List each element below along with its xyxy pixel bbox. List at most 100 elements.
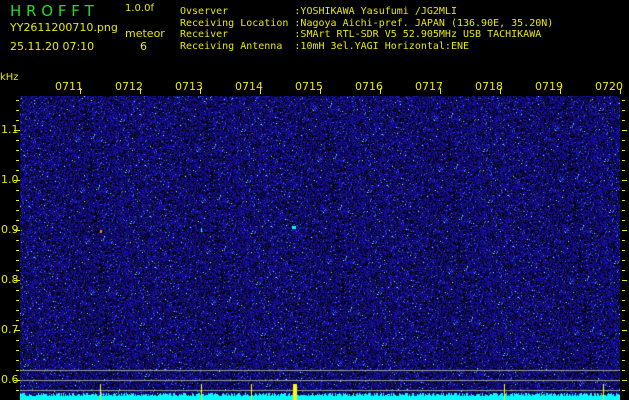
time-tick <box>80 88 81 94</box>
info-value: :Nagoya Aichi-pref. JAPAN (136.90E, 35.2… <box>294 17 554 29</box>
freq-tick <box>622 340 625 341</box>
freq-tick <box>14 330 20 331</box>
y-unit-label: kHz <box>0 72 19 83</box>
freq-tick <box>16 370 19 371</box>
freq-tick <box>16 190 19 191</box>
freq-tick <box>622 360 625 361</box>
freq-tick <box>622 370 625 371</box>
freq-tick <box>622 330 627 331</box>
freq-tick <box>622 140 625 141</box>
freq-tick <box>16 100 19 101</box>
info-value: :10mH 3el.YAGI Horizontal:ENE <box>294 40 470 52</box>
time-label: 0719 <box>535 80 563 93</box>
time-label: 0717 <box>415 80 443 93</box>
freq-tick <box>16 200 19 201</box>
freq-tick <box>16 290 19 291</box>
freq-tick <box>622 290 625 291</box>
freq-tick <box>622 260 625 261</box>
freq-tick <box>622 120 625 121</box>
freq-tick <box>622 390 625 391</box>
info-label: Ovserver <box>180 6 289 17</box>
info-row-antenna: Receiving Antenna :10mH 3el.YAGI Horizon… <box>180 41 469 53</box>
datetime-label: 25.11.20 07:10 <box>10 40 95 53</box>
time-label: 0713 <box>175 80 203 93</box>
meteor-count: 6 <box>140 40 147 53</box>
freq-tick <box>622 300 625 301</box>
freq-tick <box>622 320 625 321</box>
freq-tick <box>16 120 19 121</box>
meteor-label: meteor <box>125 27 165 40</box>
time-label: 0720 <box>595 80 623 93</box>
freq-tick <box>16 140 19 141</box>
freq-tick <box>16 360 19 361</box>
version-label: 1.0.0f <box>125 3 154 14</box>
freq-tick <box>14 280 20 281</box>
freq-tick <box>16 250 19 251</box>
freq-tick <box>622 280 627 281</box>
freq-tick <box>16 170 19 171</box>
time-tick <box>140 88 141 94</box>
time-tick <box>200 88 201 94</box>
freq-tick <box>14 130 20 131</box>
freq-tick <box>16 220 19 221</box>
time-tick <box>620 88 621 94</box>
freq-tick <box>16 160 19 161</box>
freq-tick <box>16 390 19 391</box>
spectrogram <box>20 96 620 400</box>
freq-tick <box>16 240 19 241</box>
info-value: :YOSHIKAWA Yasufumi /JG2MLI <box>294 6 457 17</box>
freq-tick <box>14 380 20 381</box>
info-label: Receiving Location <box>180 17 289 29</box>
freq-tick <box>622 380 627 381</box>
freq-tick <box>622 310 625 311</box>
time-tick <box>320 88 321 94</box>
freq-tick <box>14 230 20 231</box>
freq-tick <box>16 150 19 151</box>
freq-tick <box>622 100 625 101</box>
info-row-location: Receiving Location :Nagoya Aichi-pref. J… <box>180 18 553 30</box>
freq-tick <box>14 180 20 181</box>
freq-tick <box>16 270 19 271</box>
freq-tick <box>16 350 19 351</box>
freq-tick <box>16 110 19 111</box>
freq-tick <box>16 300 19 301</box>
freq-tick <box>622 270 625 271</box>
freq-tick <box>622 110 625 111</box>
info-row-receiver: Receiver :SMArt RTL-SDR V5 52.905MHz USB… <box>180 29 541 41</box>
freq-tick <box>16 320 19 321</box>
time-label: 0714 <box>235 80 263 93</box>
time-tick <box>380 88 381 94</box>
app-title: H R O F F T <box>10 2 94 20</box>
info-value: :SMArt RTL-SDR V5 52.905MHz USB TACHIKAW… <box>294 29 542 40</box>
info-label: Receiver <box>180 29 289 40</box>
time-label: 0711 <box>55 80 83 93</box>
time-tick <box>560 88 561 94</box>
time-label: 0718 <box>475 80 503 93</box>
freq-tick <box>622 250 625 251</box>
freq-tick <box>622 230 627 231</box>
time-label: 0712 <box>115 80 143 93</box>
freq-tick <box>622 150 625 151</box>
info-row-observer: Ovserver :YOSHIKAWA Yasufumi /JG2MLI <box>180 6 457 18</box>
freq-tick <box>622 210 625 211</box>
time-tick <box>260 88 261 94</box>
freq-tick <box>622 240 625 241</box>
info-label: Receiving Antenna <box>180 40 289 52</box>
time-label: 0715 <box>295 80 323 93</box>
freq-tick <box>622 180 627 181</box>
freq-tick <box>16 310 19 311</box>
freq-tick <box>622 190 625 191</box>
freq-tick <box>16 260 19 261</box>
freq-tick <box>622 130 627 131</box>
freq-tick <box>622 170 625 171</box>
freq-tick <box>622 200 625 201</box>
time-tick <box>440 88 441 94</box>
filename-label: YY2611200710.png <box>10 21 118 34</box>
time-tick <box>500 88 501 94</box>
freq-tick <box>622 220 625 221</box>
time-label: 0716 <box>355 80 383 93</box>
freq-tick <box>622 160 625 161</box>
freq-tick <box>16 210 19 211</box>
freq-tick <box>16 340 19 341</box>
freq-tick <box>622 350 625 351</box>
